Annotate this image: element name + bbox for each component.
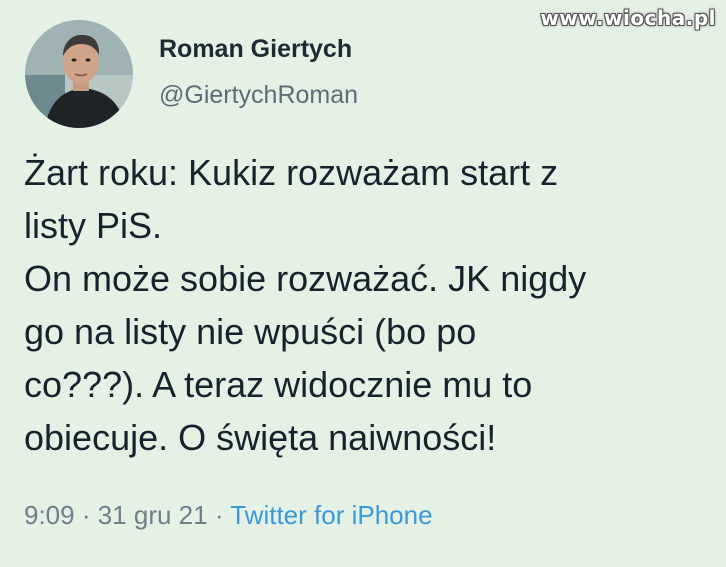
avatar[interactable] — [25, 20, 133, 128]
tweet-text: Żart roku: Kukiz rozważam start z listy … — [24, 146, 714, 464]
tweet-source-link[interactable]: Twitter for iPhone — [230, 500, 432, 530]
author-name[interactable]: Roman Giertych — [159, 35, 352, 64]
tweet-line: listy PiS. — [24, 205, 163, 246]
tweet-line: Żart roku: Kukiz rozważam start z — [24, 152, 559, 193]
meta-separator: · — [74, 500, 98, 530]
watermark-logo: www.wiocha.pl — [540, 6, 716, 30]
tweet-line: go na listy nie wpuści (bo po — [24, 311, 477, 352]
tweet-meta: 9:09 · 31 gru 21 · Twitter for iPhone — [24, 500, 433, 531]
tweet-card: www.wiocha.pl Roman Giertych @GiertychRo… — [0, 0, 726, 567]
tweet-time[interactable]: 9:09 — [24, 500, 75, 530]
tweet-line: obiecuje. O święta naiwności! — [24, 417, 497, 458]
tweet-date[interactable]: 31 gru 21 — [98, 500, 208, 530]
avatar-photo — [25, 20, 133, 128]
meta-separator: · — [207, 500, 231, 530]
tweet-line: On może sobie rozważać. JK nigdy — [24, 258, 587, 299]
tweet-line: co???). A teraz widocznie mu to — [24, 364, 533, 405]
author-handle[interactable]: @GiertychRoman — [159, 81, 358, 110]
